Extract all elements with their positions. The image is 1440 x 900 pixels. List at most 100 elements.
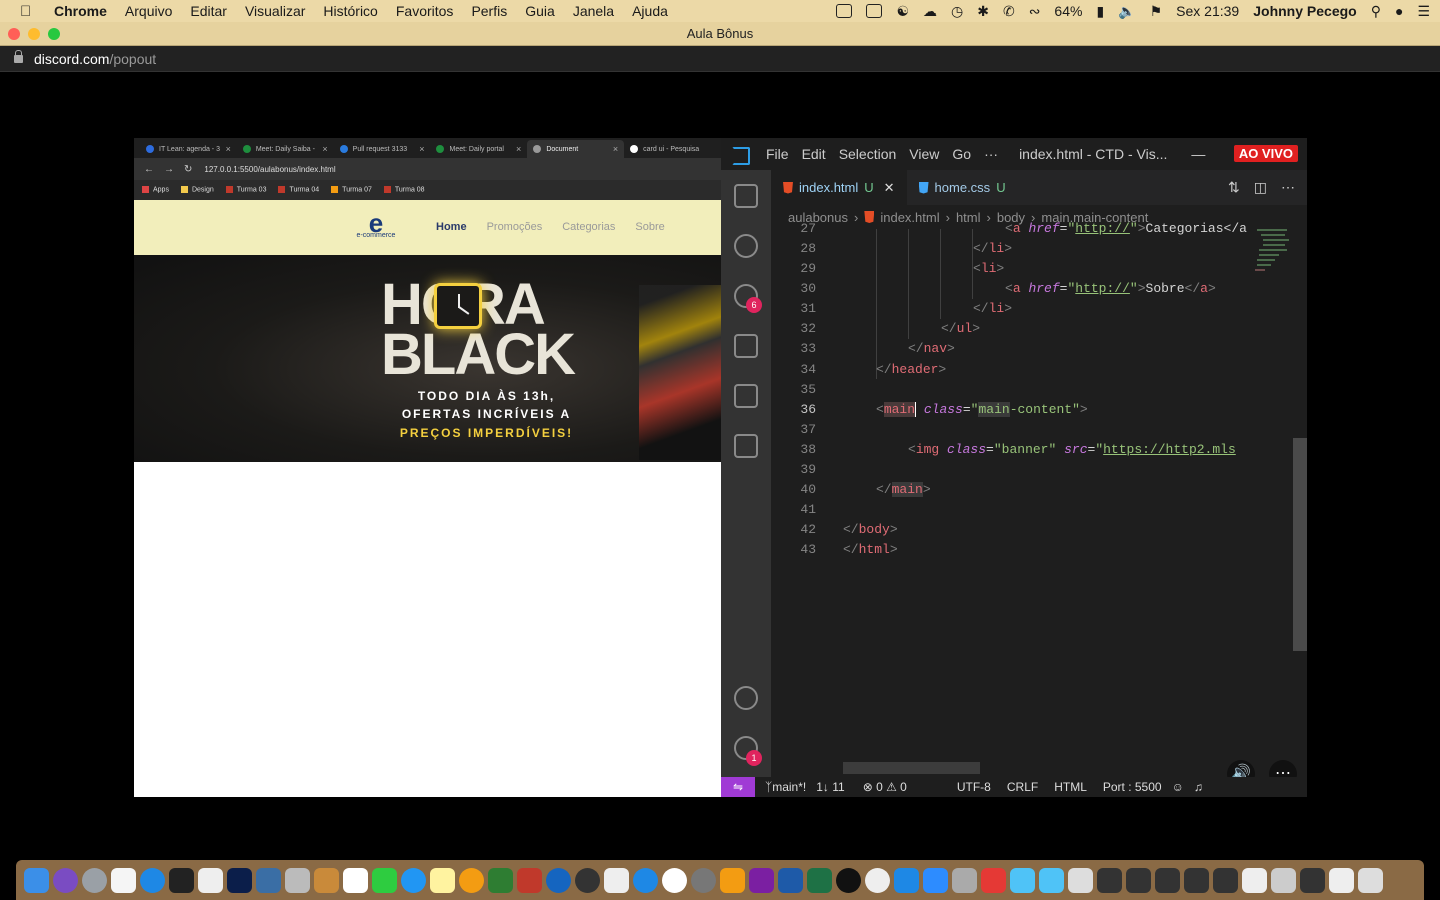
window-thumbnail[interactable]	[1213, 867, 1238, 893]
menu-selection[interactable]: Selection	[839, 146, 897, 162]
downloads-folder-icon[interactable]	[1010, 867, 1035, 893]
browser-tab[interactable]: Pull request 3133 ×	[334, 140, 431, 158]
bookmark-turma-07[interactable]: Turma 07	[331, 186, 372, 194]
more-actions-icon[interactable]: ⋯	[1281, 179, 1295, 196]
apple-icon[interactable]: 	[20, 3, 40, 20]
window-thumbnail[interactable]	[1155, 867, 1180, 893]
forward-icon[interactable]: →	[164, 164, 174, 175]
menu-historico[interactable]: Histórico	[323, 3, 377, 19]
remote-explorer-icon[interactable]	[734, 384, 758, 408]
tab-close-icon[interactable]: ×	[226, 144, 231, 154]
crumb-html[interactable]: html	[956, 210, 981, 225]
browser-address-input[interactable]: 127.0.0.1:5500/aulabonus/index.html	[204, 165, 335, 174]
obs-icon[interactable]	[575, 867, 600, 893]
horizontal-scrollbar[interactable]	[843, 762, 980, 774]
bookmark-design[interactable]: Design	[180, 186, 214, 194]
back-icon[interactable]: ←	[144, 164, 154, 175]
notification-center-icon[interactable]: ☰	[1417, 3, 1430, 20]
compare-changes-icon[interactable]: ⇅	[1228, 179, 1240, 196]
phone-icon[interactable]: ✆	[1003, 3, 1015, 20]
wifi-icon[interactable]: ∾	[1029, 3, 1041, 20]
bookmark-turma-04[interactable]: Turma 04	[278, 186, 319, 194]
live-server-port[interactable]: Port : 5500	[1103, 780, 1162, 794]
books-icon[interactable]	[314, 867, 339, 893]
menu-arquivo[interactable]: Arquivo	[125, 3, 172, 19]
menu-favoritos[interactable]: Favoritos	[396, 3, 454, 19]
input-flag-icon[interactable]: ⚑	[1150, 3, 1163, 20]
bookmark-apps[interactable]: Apps	[142, 186, 169, 194]
volume-icon[interactable]: 🔈	[1118, 3, 1135, 20]
window-thumbnail[interactable]	[1097, 867, 1122, 893]
screen-record-icon[interactable]	[836, 4, 853, 18]
nav-sobre[interactable]: Sobre	[635, 221, 664, 233]
mosaic-icon[interactable]	[517, 867, 542, 893]
remote-indicator-icon[interactable]: ⇋	[721, 777, 755, 797]
browser-tab-active[interactable]: Document ×	[527, 140, 625, 158]
photos-icon[interactable]	[459, 867, 484, 893]
sync-status[interactable]: 1↓ 11	[816, 780, 844, 794]
minimize-window-icon[interactable]	[28, 28, 40, 40]
browser-tab[interactable]: IT Lean: agenda - 3 ×	[140, 140, 237, 158]
close-icon[interactable]: ✕	[884, 180, 895, 196]
reload-icon[interactable]: ↻	[184, 164, 192, 175]
vscode-dock-icon[interactable]	[894, 867, 919, 893]
browser-tab[interactable]: card ui - Pesquisa	[624, 140, 721, 158]
popout-url-bar[interactable]: discord.com/popout	[0, 46, 1440, 72]
tab-index-html[interactable]: index.html U ✕	[771, 170, 907, 205]
siri-icon[interactable]: ●	[1395, 3, 1403, 19]
bluetooth-icon[interactable]: ✱	[977, 3, 989, 20]
bookmark-turma-08[interactable]: Turma 08	[383, 186, 425, 194]
window-thumbnail[interactable]	[1300, 867, 1325, 893]
menu-view[interactable]: View	[909, 146, 939, 162]
preview-icon[interactable]	[256, 867, 281, 893]
window-thumbnail[interactable]	[1126, 867, 1151, 893]
vertical-scrollbar[interactable]	[1293, 438, 1307, 651]
menu-more[interactable]: ···	[984, 146, 998, 162]
window-thumbnail[interactable]	[1184, 867, 1209, 893]
problems-status[interactable]: ⊗ 0 ⚠ 0	[863, 780, 907, 794]
zoom-icon[interactable]	[923, 867, 948, 893]
minimize-icon[interactable]: —	[1191, 146, 1205, 162]
dreamweaver-icon[interactable]	[488, 867, 513, 893]
menu-guia[interactable]: Guia	[525, 3, 555, 19]
activity-monitor-icon[interactable]	[169, 867, 194, 893]
screen-share-icon[interactable]	[952, 867, 977, 893]
tab-close-icon[interactable]: ×	[419, 144, 424, 154]
trash-icon[interactable]	[1358, 867, 1383, 893]
nav-home[interactable]: Home	[436, 221, 467, 233]
code-editor[interactable]: 27 28 29 30 31 32 33 34 35 36 37 38 39 4…	[771, 221, 1253, 757]
app-store-icon[interactable]	[633, 867, 658, 893]
bookmark-turma-03[interactable]: Turma 03	[225, 186, 266, 194]
photoshop-icon[interactable]	[227, 867, 252, 893]
finder-icon[interactable]	[24, 867, 49, 893]
zoom-window-icon[interactable]	[48, 28, 60, 40]
excel-icon[interactable]	[807, 867, 832, 893]
bell-icon[interactable]: ♫	[1194, 780, 1203, 794]
window-thumbnail[interactable]	[1271, 867, 1296, 893]
messages-icon[interactable]	[401, 867, 426, 893]
menu-editar[interactable]: Editar	[190, 3, 227, 19]
menu-visualizar[interactable]: Visualizar	[245, 3, 305, 19]
whatsapp-icon[interactable]	[836, 867, 861, 893]
menu-go[interactable]: Go	[952, 146, 971, 162]
search-icon[interactable]	[734, 234, 758, 258]
documents-folder-icon[interactable]	[1039, 867, 1064, 893]
battery-icon[interactable]: ▮	[1096, 3, 1104, 20]
time-machine-icon[interactable]: ◷	[951, 3, 963, 20]
extensions-icon[interactable]	[734, 434, 758, 458]
menu-file[interactable]: File	[766, 146, 789, 162]
feedback-icon[interactable]: ☺	[1172, 780, 1184, 794]
quicktime-icon[interactable]	[546, 867, 571, 893]
tab-close-icon[interactable]: ×	[322, 144, 327, 154]
anydesk-icon[interactable]	[981, 867, 1006, 893]
safari-icon[interactable]	[140, 867, 165, 893]
word-icon[interactable]	[778, 867, 803, 893]
nav-categorias[interactable]: Categorias	[562, 221, 615, 233]
menu-app-name[interactable]: Chrome	[54, 3, 107, 19]
menu-ajuda[interactable]: Ajuda	[632, 3, 668, 19]
status-branch[interactable]: main*!	[772, 780, 806, 794]
minimap[interactable]	[1253, 229, 1293, 757]
calendar-icon[interactable]	[343, 867, 368, 893]
notes-icon[interactable]	[111, 867, 136, 893]
tab-home-css[interactable]: home.css U	[907, 170, 1018, 205]
